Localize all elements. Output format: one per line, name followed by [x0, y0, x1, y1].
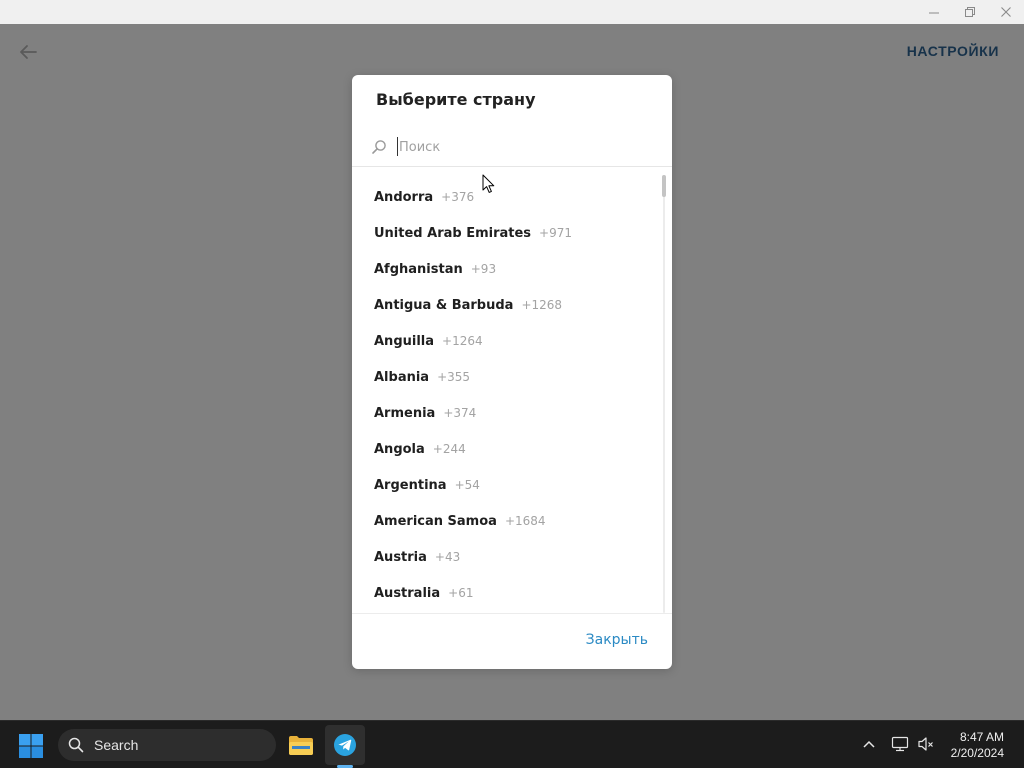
search-input[interactable]: [396, 135, 646, 159]
country-dial-code: +93: [470, 262, 497, 276]
close-button[interactable]: Закрыть: [586, 632, 648, 648]
country-name: Anguilla: [374, 333, 435, 349]
country-item[interactable]: Armenia +374: [352, 395, 662, 431]
windows-start-icon: [19, 734, 43, 758]
network-icon: [891, 736, 909, 752]
country-item[interactable]: Angola +244: [352, 431, 662, 467]
tray-volume[interactable]: [917, 735, 935, 757]
country-list[interactable]: Andorra +376 United Arab Emirates +971 Afgha…: [352, 179, 662, 611]
tray-overflow-button[interactable]: [862, 735, 876, 757]
dialog-footer: Закрыть: [352, 613, 672, 669]
country-item[interactable]: Andorra +376: [352, 179, 662, 215]
settings-link[interactable]: НАСТРОЙКИ: [907, 43, 999, 59]
restore-icon: [965, 7, 975, 17]
country-dial-code: +1268: [521, 298, 563, 312]
country-item[interactable]: Antigua & Barbuda +1268: [352, 287, 662, 323]
country-name: Armenia: [374, 405, 436, 421]
folder-icon: [289, 736, 313, 755]
mouse-cursor-icon: [482, 174, 495, 193]
text-caret: [397, 137, 398, 156]
country-dial-code: +376: [441, 190, 475, 204]
country-name: Argentina: [374, 477, 447, 493]
back-button[interactable]: [14, 40, 42, 64]
search-icon: [372, 140, 386, 154]
country-item[interactable]: Austria +43: [352, 539, 662, 575]
clock-time: 8:47 AM: [959, 730, 1004, 744]
country-dial-code: +1684: [504, 514, 546, 528]
country-item[interactable]: Albania +355: [352, 359, 662, 395]
taskbar-search[interactable]: Search: [58, 729, 276, 761]
country-name: Albania: [374, 369, 430, 385]
country-dial-code: +355: [437, 370, 471, 384]
taskbar-search-label: Search: [94, 737, 139, 753]
taskbar-app-file-explorer[interactable]: [281, 725, 321, 765]
country-name: Australia: [374, 585, 441, 601]
country-item[interactable]: Argentina +54: [352, 467, 662, 503]
country-dial-code: +43: [434, 550, 461, 564]
country-dial-code: +1264: [442, 334, 483, 348]
chevron-up-icon: [863, 740, 875, 748]
country-item[interactable]: American Samoa +1684: [352, 503, 662, 539]
taskbar-app-telegram[interactable]: [325, 725, 365, 765]
country-item[interactable]: Australia +61: [352, 575, 662, 611]
telegram-icon: [334, 734, 356, 756]
country-dial-code: +54: [454, 478, 480, 492]
dialog-title: Выберите страну: [376, 90, 536, 109]
volume-muted-icon: [918, 737, 933, 751]
country-dial-code: +374: [443, 406, 477, 420]
country-name: Austria: [374, 549, 427, 565]
tray-network[interactable]: [891, 735, 909, 757]
search-icon: [68, 737, 84, 753]
country-dial-code: +61: [448, 586, 474, 600]
start-button[interactable]: [18, 733, 44, 759]
country-select-dialog: Выберите страну Andorra +376 United Arab E…: [352, 75, 672, 669]
scroll-thumb[interactable]: [662, 175, 666, 197]
restore-button[interactable]: [952, 0, 988, 24]
country-dial-code: +971: [539, 226, 573, 240]
country-name: American Samoa: [374, 513, 497, 529]
country-name: United Arab Emirates: [374, 225, 532, 241]
country-item[interactable]: Anguilla +1264: [352, 323, 662, 359]
minimize-button[interactable]: [916, 0, 952, 24]
window-titlebar: [0, 0, 1024, 24]
taskbar: Search 8:47 AM 2/20/2024: [0, 720, 1024, 768]
country-item[interactable]: United Arab Emirates +971: [352, 215, 662, 251]
country-name: Angola: [374, 441, 425, 457]
taskbar-clock[interactable]: 8:47 AM 2/20/2024: [951, 729, 1004, 761]
arrow-left-icon: [20, 45, 37, 59]
country-dial-code: +244: [432, 442, 466, 456]
country-item[interactable]: Afghanistan +93: [352, 251, 662, 287]
search-row: [352, 127, 672, 167]
close-window-button[interactable]: [988, 0, 1024, 24]
minimize-icon: [929, 12, 939, 14]
country-name: Andorra: [374, 189, 434, 205]
country-name: Antigua & Barbuda: [374, 297, 514, 313]
scroll-track: [663, 175, 665, 613]
clock-date: 2/20/2024: [950, 746, 1004, 760]
close-icon: [1001, 7, 1011, 17]
scrollbar[interactable]: [662, 175, 666, 613]
country-name: Afghanistan: [374, 261, 463, 277]
